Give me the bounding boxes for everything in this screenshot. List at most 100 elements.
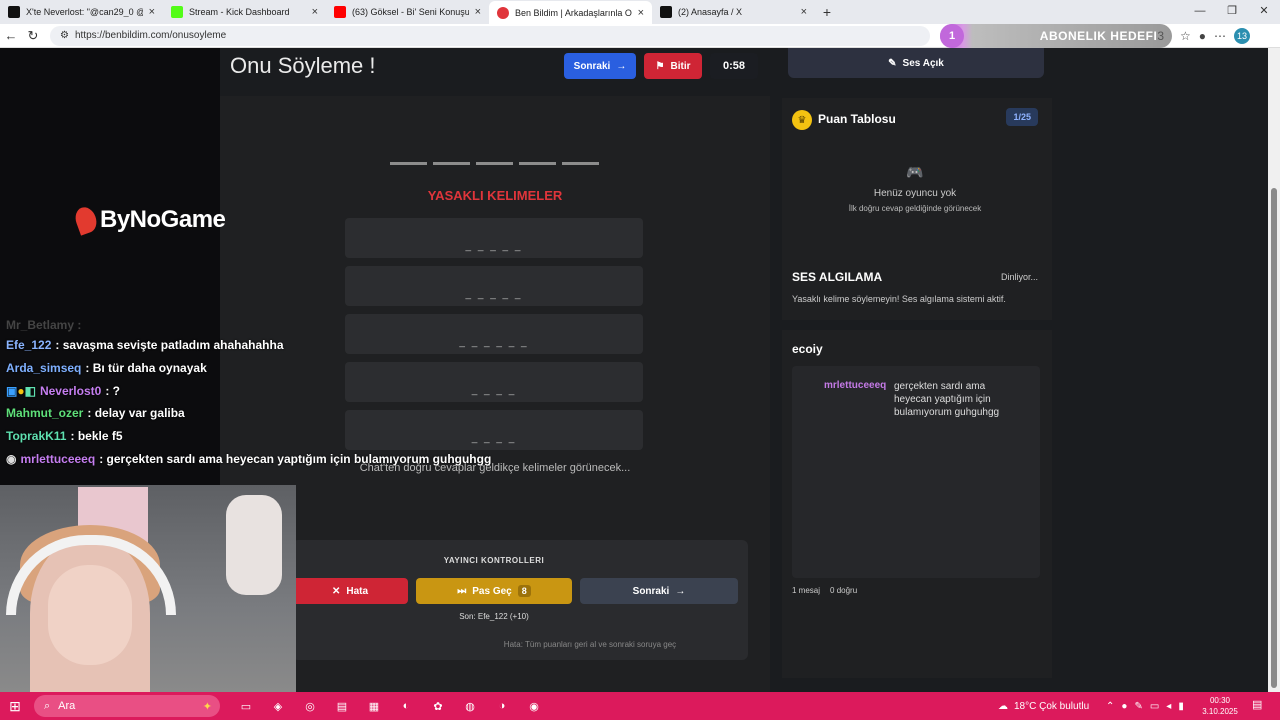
extension-badge[interactable]: 13: [1234, 28, 1251, 44]
scrollbar-thumb[interactable]: [1271, 188, 1277, 688]
browser-tab[interactable]: X'te Neverlost: "@can29_0 @eco×: [0, 1, 163, 23]
chevron-up-icon[interactable]: ⌃: [1106, 701, 1114, 712]
browser-tab[interactable]: (63) Göksel - Bi' Seni Konuşu ×: [326, 1, 489, 23]
pass-count-badge: 8: [517, 585, 531, 597]
notification-icon[interactable]: ▤: [1252, 698, 1262, 711]
chat-messages[interactable]: mrlettuceeeq gerçekten sardı ama heyecan…: [792, 366, 1040, 578]
windows-taskbar: ⊞ ⌕ Ara ✦ ▭ ◈ ◎ ▤ ▦ ◐ ✿ ◍ ◑ ◉ ☁ 18°C Çok bu…: [0, 692, 1280, 720]
discord-icon[interactable]: ◍: [458, 695, 482, 717]
goal-number: 1: [940, 24, 964, 48]
end-button[interactable]: ⚑ Bitir: [644, 53, 702, 79]
x-logo-icon: [660, 6, 672, 18]
edge-icon[interactable]: ◐: [394, 695, 418, 717]
app-icon[interactable]: ✿: [426, 695, 450, 717]
profile-icon[interactable]: ●: [1199, 29, 1206, 43]
page-scrollbar[interactable]: [1268, 48, 1280, 692]
badge-icons: ◉: [6, 452, 17, 466]
chat-line: Mahmut_ozer: delay var galiba: [6, 406, 185, 420]
close-icon[interactable]: ×: [149, 6, 155, 18]
browser-tab[interactable]: Stream - Kick Dashboard ×: [163, 1, 326, 23]
skip-icon: ⏭: [457, 585, 467, 597]
page-content: Onu Söyleme ! Sonraki → ⚑ Bitir 0:58 YASAK…: [0, 48, 1268, 692]
flag-icon: ⚑: [655, 60, 665, 72]
network-icon[interactable]: ▭: [1150, 701, 1159, 712]
microphone: [226, 495, 282, 595]
task-view-icon[interactable]: ▭: [234, 695, 258, 717]
subscription-goal-overlay: 1 ABONELIK HEDEFI3: [940, 24, 1172, 48]
bynogame-mark-icon: [72, 204, 100, 236]
last-answer: Son: Efe_122 (+10): [459, 612, 529, 621]
forbidden-words-title: YASAKLI KELIMELER: [427, 188, 563, 203]
empty-subtitle: İlk doğru cevap geldiğinde görünecek: [848, 204, 982, 213]
scoreboard-title: Puan Tablosu: [818, 112, 896, 126]
chat-panel: ecoiy mrlettuceeeq gerçekten sardı ama h…: [782, 330, 1052, 678]
chat-message: gerçekten sardı ama heyecan yaptığım içi…: [894, 381, 1000, 418]
windows-start-icon[interactable]: ⊞: [0, 698, 30, 715]
site-info-icon[interactable]: ⚙: [60, 30, 69, 41]
close-icon[interactable]: ×: [638, 7, 644, 19]
store-icon[interactable]: ▦: [362, 695, 386, 717]
minimize-icon[interactable]: —: [1184, 0, 1216, 22]
badge-icons: ●: [17, 384, 25, 398]
close-icon[interactable]: ×: [475, 6, 481, 18]
sound-toggle-button[interactable]: ✎ Ses Açık: [788, 48, 1044, 78]
taskbar-clock[interactable]: 00:30 3.10.2025: [1200, 695, 1240, 717]
chrome-icon[interactable]: ◎: [298, 695, 322, 717]
gamepad-icon: 🎮: [906, 164, 924, 180]
sound-detection-description: Yasaklı kelime söylemeyin! Ses algılama …: [792, 294, 1006, 304]
menu-icon[interactable]: ⋯: [1214, 29, 1226, 43]
taskbar-search[interactable]: ⌕ Ara ✦: [34, 695, 220, 717]
kick-logo-icon: [171, 6, 183, 18]
steam-icon[interactable]: ◑: [490, 695, 514, 717]
chat-line: Arda_simseq: Bı tür daha oynayak: [6, 361, 207, 375]
youtube-logo-icon: [334, 6, 346, 18]
system-tray: ⌃ ● ✎ ▭ ◂ ▮: [1106, 692, 1184, 720]
badge-icons: ◧: [24, 384, 36, 398]
wrong-button[interactable]: ✕ Hata: [292, 578, 408, 604]
arrow-right-icon: →: [616, 60, 627, 72]
arrow-right-icon: →: [675, 585, 686, 597]
pen-icon[interactable]: ✎: [1134, 701, 1142, 712]
taskbar-apps: ▭ ◈ ◎ ▤ ▦ ◐ ✿ ◍ ◑ ◉: [234, 695, 546, 717]
next-question-button[interactable]: Sonraki →: [580, 578, 738, 604]
maximize-icon[interactable]: ❐: [1216, 0, 1248, 22]
close-icon[interactable]: ×: [312, 6, 318, 18]
microphone-icon[interactable]: ●: [1121, 701, 1127, 712]
file-explorer-icon[interactable]: ▤: [330, 695, 354, 717]
obs-icon[interactable]: ◉: [522, 695, 546, 717]
sound-detection-panel: SES ALGILAMA Dinliyor... Yasaklı kelime …: [782, 258, 1052, 320]
close-window-icon[interactable]: ✕: [1248, 0, 1280, 22]
cloud-icon: ☁: [998, 700, 1008, 712]
forbidden-word-slot: _ _ _ _ _ _: [345, 314, 643, 354]
browser-tab[interactable]: (2) Anasayfa / X ×: [652, 1, 815, 23]
window-controls: — ❐ ✕: [1184, 0, 1280, 22]
new-tab-button[interactable]: +: [815, 4, 839, 20]
chat-line: ▣●◧ Neverlost0: ?: [6, 384, 120, 398]
next-button[interactable]: Sonraki →: [564, 53, 636, 79]
pass-button[interactable]: ⏭ Pas Geç 8: [416, 578, 572, 604]
streamer-controls: YAYINCI KONTROLLERI ✕ Hata ⏭ Pas Geç 8 Sonr…: [292, 540, 748, 660]
timer: 0:58: [710, 53, 758, 79]
battery-icon[interactable]: ▮: [1178, 701, 1184, 712]
copilot-app-icon[interactable]: ◈: [266, 695, 290, 717]
x-logo-icon: [8, 6, 20, 18]
chat-stats: 1 mesaj 0 doğru: [792, 586, 857, 595]
copilot-icon: ✦: [202, 700, 212, 713]
trophy-icon: ♛: [792, 110, 812, 130]
x-icon: ✕: [331, 585, 341, 597]
url-field[interactable]: ⚙ https://benbildim.com/onusoyleme: [50, 25, 930, 46]
game-title: Onu Söyleme !: [230, 53, 376, 78]
browser-tab-active[interactable]: Ben Bildim | Arkadaşlarınla O ×: [489, 1, 652, 25]
chat-line: ToprakK11: bekle f5: [6, 429, 123, 443]
favorites-icon[interactable]: ☆: [1180, 29, 1191, 43]
refresh-icon[interactable]: ↻: [22, 28, 44, 44]
back-icon[interactable]: ←: [0, 28, 22, 43]
chat-line: ◉ mrlettuceeeq: gerçekten sardı ama heyec…: [6, 452, 492, 466]
volume-icon[interactable]: ◂: [1166, 701, 1171, 712]
message-count: 1 mesaj: [792, 586, 821, 595]
weather-widget[interactable]: ☁ 18°C Çok bulutlu: [998, 692, 1089, 720]
browser-toolbar-icons: ☆ ● ⋯ 13: [1180, 24, 1251, 48]
forbidden-word-slot: _ _ _ _ _: [345, 218, 643, 258]
forbidden-word-slot: _ _ _ _: [345, 410, 643, 450]
close-icon[interactable]: ×: [801, 6, 807, 18]
